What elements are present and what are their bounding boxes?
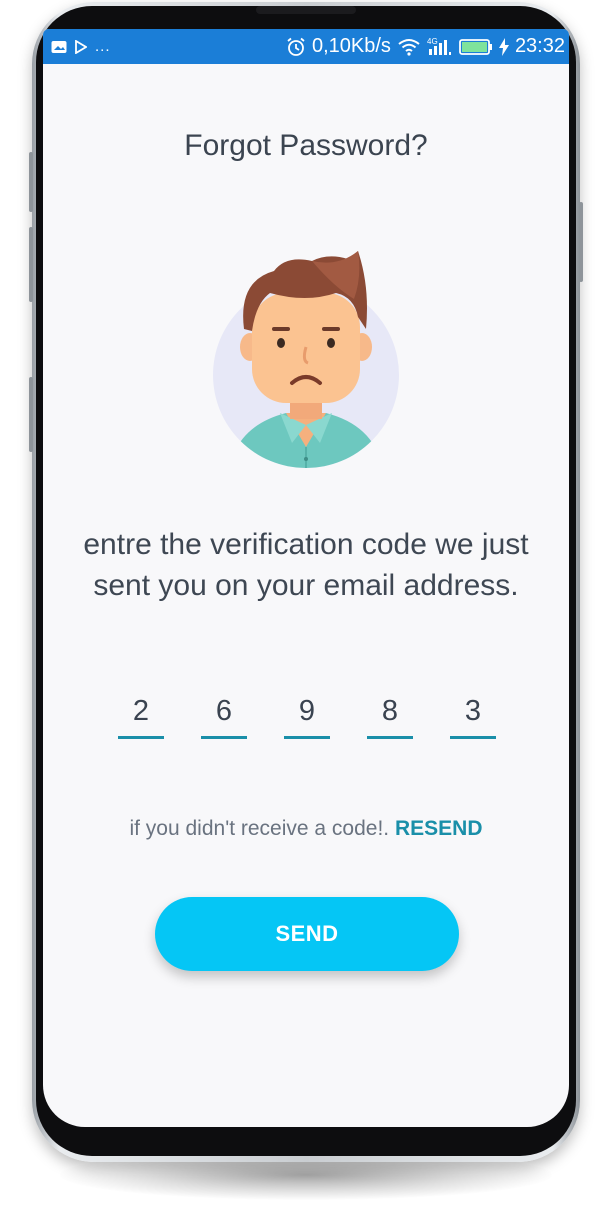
volume-up-button <box>29 152 33 212</box>
status-bar-right: 0,10Kb/s 4G 23:32 <box>286 35 565 58</box>
code-digit-5[interactable]: 3 <box>450 691 496 739</box>
code-digit-1[interactable]: 2 <box>118 691 164 739</box>
svg-text:4G: 4G <box>427 37 438 46</box>
send-button[interactable]: SEND <box>155 897 459 971</box>
resend-link[interactable]: RESEND <box>395 817 483 840</box>
code-digit-3[interactable]: 9 <box>284 691 330 739</box>
image-icon <box>51 40 67 54</box>
speaker-grille <box>256 6 356 14</box>
status-bar: ... 0,10Kb/s 4G 23:32 <box>43 29 569 64</box>
page-title: Forgot Password? <box>184 129 428 162</box>
charging-icon <box>498 37 509 56</box>
more-notifications-dots: ... <box>95 38 111 55</box>
signal-4g-icon: 4G <box>427 37 453 57</box>
verification-message: entre the verification code we just sent… <box>83 528 529 602</box>
sad-user-avatar-icon <box>208 247 404 479</box>
play-icon <box>75 39 87 54</box>
verification-code-inputs: 2 6 9 8 3 <box>118 691 498 741</box>
battery-icon <box>459 38 493 56</box>
power-button <box>579 202 583 282</box>
stage: ... 0,10Kb/s 4G 23:32 Forgot Password? e… <box>0 0 612 1213</box>
status-clock: 23:32 <box>514 35 565 57</box>
wifi-icon <box>397 38 421 56</box>
status-bar-left: ... <box>51 38 111 55</box>
network-speed: 0,10Kb/s <box>311 35 391 57</box>
bixby-button <box>29 377 33 452</box>
code-digit-4[interactable]: 8 <box>367 691 413 739</box>
screen: ... 0,10Kb/s 4G 23:32 Forgot Password? e… <box>43 29 569 1127</box>
alarm-icon <box>286 37 306 57</box>
volume-down-button <box>29 227 33 302</box>
code-digit-2[interactable]: 6 <box>201 691 247 739</box>
resend-prompt: if you didn't receive a code!. <box>129 817 390 840</box>
resend-row: if you didn't receive a code!. RESEND <box>43 817 569 841</box>
